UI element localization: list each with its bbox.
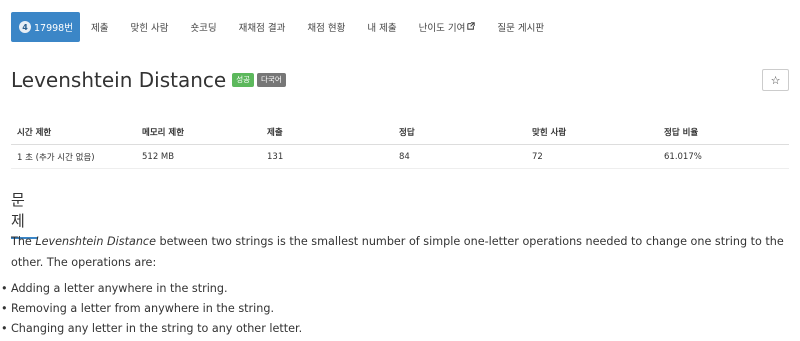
status-badge: 성공: [232, 73, 255, 87]
external-link-icon: [467, 22, 476, 32]
header-submissions: 제출: [261, 120, 393, 145]
tab-rejudge-results[interactable]: 재채점 결과: [228, 12, 297, 42]
language-badge: 다국어: [257, 73, 286, 87]
list-item: Adding a letter anywhere in the string.: [0, 279, 302, 299]
cell-memory-limit: 512 MB: [136, 144, 261, 169]
tab-question-board[interactable]: 질문 게시판: [486, 12, 555, 42]
header-accepted: 정답: [393, 120, 526, 145]
favorite-button[interactable]: ☆: [762, 69, 789, 91]
list-item: Changing any letter in the string to any…: [0, 319, 302, 339]
operations-list: Adding a letter anywhere in the string. …: [0, 279, 302, 339]
cell-accept-ratio: 61.017%: [658, 144, 789, 169]
cell-submissions: 131: [261, 144, 393, 169]
tier-badge-icon: 4: [19, 21, 31, 33]
tab-difficulty-contribution[interactable]: 난이도 기여: [408, 12, 487, 42]
tab-submit[interactable]: 제출: [80, 12, 119, 42]
header-accept-ratio: 정답 비율: [658, 120, 789, 145]
tab-my-submissions[interactable]: 내 제출: [356, 12, 407, 42]
cell-time-limit: 1 초 (추가 시간 없음): [11, 144, 136, 169]
cell-accepted: 84: [393, 144, 526, 169]
tab-problem-number[interactable]: 4 17998번: [11, 12, 80, 42]
section-title: 문제: [11, 191, 25, 230]
difficulty-contribution-label: 난이도 기여: [418, 23, 466, 34]
page-title: Levenshtein Distance: [11, 68, 227, 92]
header-time-limit: 시간 제한: [11, 120, 136, 145]
problem-info-table: 시간 제한 메모리 제한 제출 정답 맞힌 사람 정답 비율 1 초 (추가 시…: [11, 120, 789, 169]
tab-judge-status[interactable]: 채점 현황: [296, 12, 356, 42]
problem-number-label: 17998번: [34, 23, 73, 34]
cell-solvers: 72: [526, 144, 658, 169]
star-icon: ☆: [770, 73, 781, 87]
problem-nav: 4 17998번 제출 맞힌 사람 숏코딩 재채점 결과 채점 현황 내 제출 …: [11, 12, 555, 42]
problem-page: 4 17998번 제출 맞힌 사람 숏코딩 재채점 결과 채점 현황 내 제출 …: [0, 0, 800, 341]
tab-short-coding[interactable]: 숏코딩: [179, 12, 227, 42]
problem-title-row: Levenshtein Distance 성공 다국어: [11, 68, 286, 92]
tab-solvers[interactable]: 맞힌 사람: [119, 12, 179, 42]
desc-prefix: The: [11, 235, 36, 248]
desc-term: Levenshtein Distance: [35, 235, 156, 248]
header-memory-limit: 메모리 제한: [136, 120, 261, 145]
table-header-row: 시간 제한 메모리 제한 제출 정답 맞힌 사람 정답 비율: [11, 120, 789, 145]
list-item: Removing a letter from anywhere in the s…: [0, 299, 302, 319]
problem-description: The Levenshtein Distance between two str…: [11, 231, 791, 273]
table-row: 1 초 (추가 시간 없음) 512 MB 131 84 72 61.017%: [11, 144, 789, 169]
header-solvers: 맞힌 사람: [526, 120, 658, 145]
